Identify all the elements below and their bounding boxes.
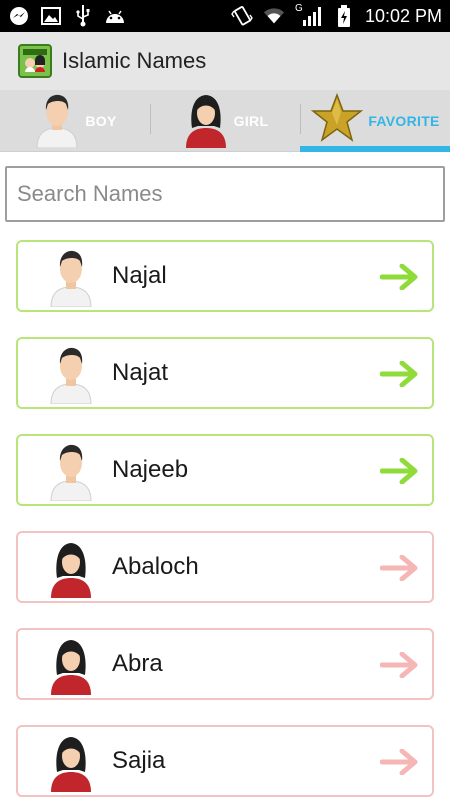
list-item[interactable]: Sajia — [16, 725, 434, 797]
star-icon — [310, 92, 364, 148]
girl-avatar-icon — [36, 533, 106, 601]
arrow-right-icon[interactable] — [379, 263, 418, 291]
battery-charging-icon — [333, 5, 355, 27]
list-item[interactable]: Najeeb — [16, 434, 434, 506]
girl-avatar-icon — [36, 727, 106, 795]
list-item[interactable]: Najat — [16, 337, 434, 409]
android-icon — [104, 5, 126, 27]
tab-favorite[interactable]: FAVORITE — [300, 90, 450, 152]
tab-boy[interactable]: BOY — [0, 90, 150, 151]
status-right: G 10:02 PM — [231, 3, 442, 27]
tab-boy-label: BOY — [85, 112, 117, 129]
list-item[interactable]: Abaloch — [16, 531, 434, 603]
search-input[interactable] — [5, 166, 445, 222]
name-label: Abaloch — [112, 553, 199, 580]
status-time: 10:02 PM — [364, 5, 442, 26]
boy-avatar-icon — [33, 88, 81, 153]
boy-avatar-icon — [36, 436, 106, 504]
boy-avatar-icon — [36, 242, 106, 310]
tab-girl[interactable]: GIRL — [150, 90, 300, 151]
list-item[interactable]: Abra — [16, 628, 434, 700]
boy-avatar-icon — [36, 339, 106, 407]
signal-icon: G — [294, 3, 323, 27]
islamic-names-app-icon[interactable] — [18, 44, 52, 78]
name-label: Najat — [112, 359, 169, 386]
status-left — [8, 5, 126, 27]
search-container — [0, 152, 450, 222]
app-title: Islamic Names — [62, 48, 207, 73]
arrow-right-icon[interactable] — [379, 651, 418, 679]
vibrate-icon — [231, 5, 253, 27]
status-bar: G 10:02 PM — [0, 0, 450, 32]
girl-avatar-icon — [182, 88, 230, 153]
arrow-right-icon[interactable] — [379, 360, 418, 388]
name-label: Najeeb — [112, 456, 189, 483]
image-icon — [40, 5, 62, 27]
network-type-label: G — [294, 3, 303, 14]
name-label: Sajia — [112, 747, 166, 774]
arrow-right-icon[interactable] — [379, 554, 418, 582]
name-label: Abra — [112, 650, 163, 677]
arrow-right-icon[interactable] — [379, 748, 418, 776]
tab-favorite-label: FAVORITE — [368, 112, 440, 129]
tab-bar: BOY GIRL FAVORITE — [0, 90, 450, 152]
list-item[interactable]: Najal — [16, 240, 434, 312]
tab-girl-label: GIRL — [233, 112, 269, 129]
messenger-icon — [8, 5, 30, 27]
wifi-icon — [263, 5, 285, 27]
arrow-right-icon[interactable] — [379, 457, 418, 485]
name-label: Najal — [112, 262, 167, 289]
action-bar: Islamic Names — [0, 32, 450, 90]
girl-avatar-icon — [36, 630, 106, 698]
names-list: Najal Najat Najeeb Abaloch Abra Sajia — [0, 222, 450, 797]
usb-icon — [72, 5, 94, 27]
